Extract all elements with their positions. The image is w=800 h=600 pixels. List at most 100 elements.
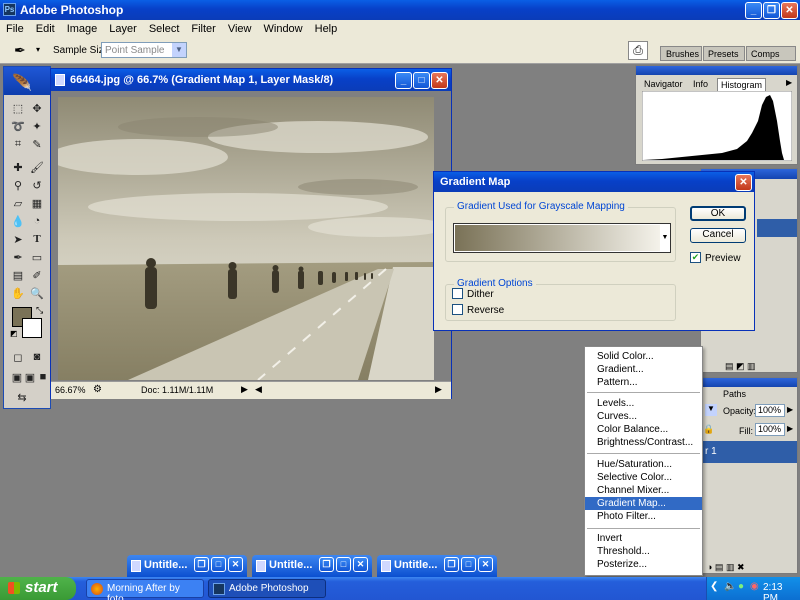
menu-layer[interactable]: Layer [103,20,143,38]
tab-comps[interactable]: Comps [746,46,796,61]
tray-messenger-icon[interactable]: ● [738,581,744,592]
menu-item-color-balance[interactable]: Color Balance... [585,423,702,436]
dither-checkbox[interactable]: Dither [452,288,494,300]
path-select-icon[interactable]: ➤ [10,231,26,247]
menu-item-posterize[interactable]: Posterize... [585,558,702,571]
eraser-icon[interactable]: ▱ [10,195,26,211]
gradient-preview[interactable] [455,225,660,251]
blend-mode-chevron-icon[interactable]: ▼ [705,404,717,416]
opacity-arrow-icon[interactable]: ▶ [787,405,793,414]
background-color-swatch[interactable] [22,318,42,338]
type-icon[interactable]: T [29,231,45,247]
zoom-icon[interactable]: 🔍 [29,285,45,301]
hscroll-left-icon[interactable]: ◀ [255,384,262,395]
chevron-down-icon[interactable]: ▼ [172,43,186,57]
swap-colors-icon[interactable]: ⤡ [36,305,43,316]
minimize-icon[interactable]: _ [395,72,412,89]
history-brush-icon[interactable]: ↺ [29,177,45,193]
task-button-firefox[interactable]: Morning After by foto... [86,579,204,600]
gradient-dropdown-icon[interactable]: ▼ [660,225,670,251]
notes-icon[interactable]: ▤ [10,267,26,283]
close-icon[interactable]: ✕ [735,174,752,191]
tab-presets[interactable]: Presets [703,46,745,61]
menu-item-gradient[interactable]: Gradient... [585,363,702,376]
dither-box[interactable] [452,288,463,299]
close-icon[interactable]: ✕ [478,557,493,572]
menu-file[interactable]: File [0,20,30,38]
start-button[interactable]: start [0,577,76,600]
crop-icon[interactable]: ⌗ [10,136,26,152]
menu-item-invert[interactable]: Invert [585,532,702,545]
tool-preset-arrow[interactable]: ▾ [36,45,40,54]
quick-mask-icon[interactable]: ◙ [29,349,45,365]
reverse-checkbox[interactable]: Reverse [452,304,504,316]
restore-icon[interactable]: ❐ [763,2,780,19]
minimized-window-3[interactable]: Untitle... ❐ □ ✕ [377,555,497,577]
restore-icon[interactable]: ❐ [194,557,209,572]
menu-item-curves[interactable]: Curves... [585,410,702,423]
minimized-window-1[interactable]: Untitle... ❐ □ ✕ [127,555,247,577]
hscroll-right-icon[interactable]: ▶ [435,384,442,395]
menu-item-hue-saturation[interactable]: Hue/Saturation... [585,458,702,471]
minimize-icon[interactable]: _ [745,2,762,19]
menu-image[interactable]: Image [61,20,104,38]
menu-filter[interactable]: Filter [185,20,221,38]
clone-stamp-icon[interactable]: ⚲ [10,177,26,193]
menu-select[interactable]: Select [143,20,186,38]
layers-footer-icons[interactable]: ◑ ▤ ▥ ✖ [707,562,745,573]
close-icon[interactable]: ✕ [431,72,448,89]
fill-arrow-icon[interactable]: ▶ [787,424,793,433]
status-icon[interactable]: ⚙ [93,384,102,395]
lock-icon[interactable]: 🔒 [703,424,714,435]
menu-item-pattern[interactable]: Pattern... [585,376,702,389]
magic-wand-icon[interactable]: ✦ [29,118,45,134]
menu-item-photo-filter[interactable]: Photo Filter... [585,510,702,523]
close-icon[interactable]: ✕ [353,557,368,572]
blur-icon[interactable]: 💧 [10,213,26,229]
menu-item-selective-color[interactable]: Selective Color... [585,471,702,484]
default-colors-icon[interactable]: ◩ [10,329,18,338]
gradient-picker[interactable]: ▼ [453,223,671,253]
preview-box[interactable]: ✔ [690,252,701,263]
menu-view[interactable]: View [222,20,258,38]
tray-network-icon[interactable]: ◉ [750,581,759,592]
menu-item-channel-mixer[interactable]: Channel Mixer... [585,484,702,497]
menu-item-solid-color[interactable]: Solid Color... [585,350,702,363]
minimized-window-2[interactable]: Untitle... ❐ □ ✕ [252,555,372,577]
tab-info[interactable]: Info [693,79,708,89]
layer-row-selected[interactable]: r 1 [701,441,797,463]
tray-volume-icon[interactable]: 🔈 [724,581,736,592]
shape-icon[interactable]: ▭ [29,249,45,265]
maximize-icon[interactable]: □ [413,72,430,89]
menu-edit[interactable]: Edit [30,20,61,38]
menu-help[interactable]: Help [309,20,344,38]
sample-size-select[interactable]: Point Sample ▼ [101,42,187,58]
menu-item-gradient-map[interactable]: Gradient Map... [585,497,702,510]
dodge-icon[interactable]: ◔ [29,213,45,229]
menu-item-brightness-contrast[interactable]: Brightness/Contrast... [585,436,702,449]
marquee-icon[interactable]: ⬚ [10,100,26,116]
menu-window[interactable]: Window [258,20,309,38]
screen-mode-black-icon[interactable]: ■ [35,369,51,385]
lasso-icon[interactable]: ➰ [10,118,26,134]
jump-to-imageready-icon[interactable]: ⇆ [14,389,30,405]
cancel-button[interactable]: Cancel [690,228,746,243]
menu-item-levels[interactable]: Levels... [585,397,702,410]
menu-item-threshold[interactable]: Threshold... [585,545,702,558]
restore-icon[interactable]: ❐ [319,557,334,572]
close-icon[interactable]: ✕ [228,557,243,572]
restore-icon[interactable]: ❐ [444,557,459,572]
standard-mode-icon[interactable]: ◻ [10,349,26,365]
hand-icon[interactable]: ✋ [10,285,26,301]
palette-well-icon[interactable]: ⎙ [628,41,648,60]
tab-navigator[interactable]: Navigator [644,79,683,89]
eyedropper-tool-icon[interactable]: ✐ [29,267,45,283]
close-icon[interactable]: ✕ [781,2,798,19]
maximize-icon[interactable]: □ [336,557,351,572]
tab-paths[interactable]: Paths [723,389,746,399]
maximize-icon[interactable]: □ [461,557,476,572]
slice-icon[interactable]: ✎ [29,136,45,152]
reverse-box[interactable] [452,304,463,315]
task-button-photoshop[interactable]: Adobe Photoshop [208,579,326,598]
pen-icon[interactable]: ✒ [10,249,26,265]
